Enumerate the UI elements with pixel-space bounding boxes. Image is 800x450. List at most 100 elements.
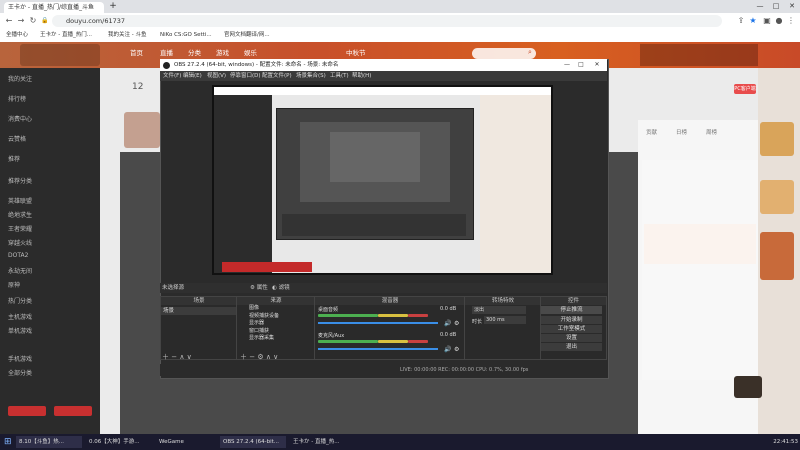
source-item[interactable]: 显示器采集 [237, 335, 315, 343]
obs-menu-item[interactable]: 视图(V) [207, 72, 226, 81]
taskbar-item[interactable]: 王卡か - 直播_热... [290, 436, 360, 448]
scene-item[interactable]: 场景 [161, 307, 237, 315]
nav-item[interactable]: 游戏 [216, 48, 229, 58]
obs-status-bar: LIVE: 00:00:00 REC: 00:00:00 CPU: 0.7%, … [160, 364, 607, 376]
obs-menu-item[interactable]: 停靠窗口(D) [230, 72, 261, 81]
taskbar-item[interactable]: 8.10【斗鱼】热... [16, 436, 82, 448]
sidebar-item[interactable]: 单机游戏 [8, 326, 32, 335]
ad-banner[interactable] [760, 180, 794, 214]
nav-item[interactable]: 直播 [160, 48, 173, 58]
ad-banner[interactable] [760, 122, 794, 156]
sidebar-item[interactable]: 永劫无间 [8, 266, 32, 275]
close-icon[interactable]: ✕ [784, 0, 800, 13]
search-input[interactable] [472, 48, 536, 59]
sidebar-item[interactable]: 绝地求生 [8, 210, 32, 219]
game-icon[interactable] [734, 376, 762, 398]
nav-item[interactable]: 娱乐 [244, 48, 257, 58]
profile-icon[interactable]: ● [774, 15, 784, 27]
source-add-remove[interactable]: ＋ − ⚙ ∧ ∨ [240, 352, 278, 362]
maximize-icon[interactable]: □ [574, 59, 588, 71]
sidebar-item[interactable]: DOTA2 [8, 252, 28, 259]
close-icon[interactable]: ✕ [590, 59, 604, 71]
nav-item[interactable]: 首页 [130, 48, 143, 58]
sidebar-item[interactable]: 英雄联盟 [8, 196, 32, 205]
extension-icon[interactable]: ▣ [762, 15, 772, 27]
back-icon[interactable]: ← [4, 15, 14, 27]
obs-menu-bar [160, 71, 607, 81]
sidebar-item[interactable]: 王者荣耀 [8, 224, 32, 233]
duration-input[interactable]: 300 ms [484, 316, 526, 324]
scene-add-remove[interactable]: ＋ − ∧ ∨ [162, 352, 192, 362]
exit-button[interactable]: 退出 [541, 343, 602, 351]
taskbar-item[interactable]: WeGame [156, 436, 214, 448]
sidebar-item[interactable]: 排行榜 [8, 94, 26, 103]
source-item[interactable]: 图像 [237, 305, 315, 313]
bookmark-item[interactable]: 全播中心 [6, 30, 28, 41]
speaker-icon[interactable]: 🔊 [444, 320, 451, 327]
settings-button[interactable]: 设置 [541, 334, 602, 342]
start-recording-button[interactable]: 开始录制 [541, 316, 602, 324]
sidebar-item[interactable]: 手机游戏 [8, 354, 32, 363]
avatar[interactable] [124, 112, 160, 148]
rank-tab[interactable]: 贡献 [646, 128, 657, 136]
menu-icon[interactable]: ⋮ [786, 15, 796, 27]
obs-menu-item[interactable]: 配置文件(P) [262, 72, 292, 81]
sidebar-item[interactable]: 原神 [8, 280, 20, 289]
sidebar-red-button[interactable] [8, 406, 46, 416]
volume-slider[interactable] [318, 322, 438, 324]
pc-client-button[interactable]: PC客户端 [734, 84, 756, 94]
forward-icon[interactable]: → [16, 15, 26, 27]
sidebar-item[interactable]: 云赞格 [8, 134, 26, 143]
bookmark-item[interactable]: 我的关注 - 斗鱼 [108, 30, 146, 41]
search-icon[interactable]: ⌕ [528, 48, 532, 57]
gear-icon[interactable]: ⚙ [454, 320, 459, 327]
volume-slider[interactable] [318, 348, 438, 350]
obs-menu-item[interactable]: 帮助(H) [352, 72, 371, 81]
windows-start-icon[interactable]: ⊞ [4, 437, 12, 447]
sidebar-item[interactable]: 热门分类 [8, 296, 32, 305]
sidebar-item[interactable]: 我的关注 [8, 74, 32, 83]
obs-menu-item[interactable]: 文件(F) [163, 72, 181, 81]
taskbar-item[interactable]: OBS 27.2.4 (64-bit... [220, 436, 286, 448]
ad-banner[interactable] [760, 232, 794, 280]
transition-select[interactable]: 淡出 [472, 306, 526, 314]
studio-mode-button[interactable]: 工作室模式 [541, 325, 602, 333]
rank-tab[interactable]: 周榜 [706, 128, 717, 136]
header-banner[interactable] [640, 44, 758, 66]
bookmark-item[interactable]: 官网文档翻译/网... [224, 30, 270, 41]
source-item[interactable]: 视频捕获设备 [237, 313, 315, 321]
nav-item[interactable]: 分类 [188, 48, 201, 58]
site-logo[interactable] [20, 44, 100, 66]
obs-menu-item[interactable]: 工具(T) [330, 72, 349, 81]
stop-stream-button[interactable]: 停止推流 [541, 306, 602, 314]
new-tab-button[interactable]: + [108, 1, 118, 12]
bookmark-star-icon[interactable]: ★ [748, 15, 758, 27]
obs-menu-item[interactable]: 场景集合(S) [296, 72, 326, 81]
bookmark-item[interactable]: NiKo CS:GO Setti... [160, 30, 212, 41]
gear-icon[interactable]: ⚙ [454, 346, 459, 353]
sidebar-item[interactable]: 推荐 [8, 154, 20, 163]
url-input[interactable]: douyu.com/61737 [52, 15, 722, 27]
obs-menu-item[interactable]: 编辑(E) [183, 72, 202, 81]
rank-tab[interactable]: 日榜 [676, 128, 687, 136]
properties-button[interactable]: ⚙ 属性 [250, 283, 268, 293]
speaker-icon[interactable]: 🔊 [444, 346, 451, 353]
share-icon[interactable]: ⇪ [736, 15, 746, 27]
sidebar-item[interactable]: 消费中心 [8, 114, 32, 123]
sidebar-item[interactable]: 全部分类 [8, 368, 32, 377]
source-item[interactable]: 显示器 [237, 320, 315, 328]
sidebar-item[interactable]: 推荐分类 [8, 176, 32, 185]
sidebar-red-button[interactable] [54, 406, 92, 416]
taskbar-item[interactable]: 0.06【大神】手游... [86, 436, 152, 448]
bookmark-item[interactable]: 王卡か - 直播_热门... [40, 30, 92, 41]
minimize-icon[interactable]: — [560, 59, 574, 71]
filters-button[interactable]: ◐ 滤镜 [272, 283, 290, 293]
nav-item[interactable]: 中秋节 [346, 48, 366, 58]
room-number: 12 [132, 82, 144, 92]
sidebar-item[interactable]: 穿越火线 [8, 238, 32, 247]
maximize-icon[interactable]: □ [768, 0, 784, 13]
sidebar-item[interactable]: 主机游戏 [8, 312, 32, 321]
reload-icon[interactable]: ↻ [28, 15, 38, 27]
browser-tab[interactable]: 王卡か - 直播_热门/综直播_斗鱼 [4, 2, 104, 13]
minimize-icon[interactable]: — [752, 0, 768, 13]
